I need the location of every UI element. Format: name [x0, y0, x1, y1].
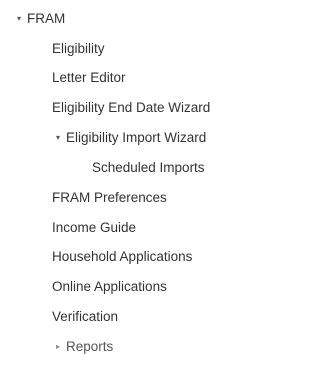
tree-item-eligibility-end-date-wizard[interactable]: Eligibility End Date Wizard: [52, 93, 210, 123]
tree-item-household-applications[interactable]: Household Applications: [52, 242, 192, 272]
tree-item-label: Reports: [66, 339, 114, 354]
tree-item-letter-editor[interactable]: Letter Editor: [52, 63, 126, 93]
tree-item-label: Household Applications: [52, 249, 193, 264]
tree-item-label: Letter Editor: [52, 70, 126, 85]
tree-item-eligibility[interactable]: Eligibility: [52, 34, 105, 64]
tree-item-income-guide[interactable]: Income Guide: [52, 213, 136, 243]
tree-item-fram-preferences[interactable]: FRAM Preferences: [52, 183, 167, 213]
tree-item-label: FRAM Preferences: [52, 190, 167, 205]
tree-item-verification[interactable]: Verification: [52, 302, 118, 332]
tree-item-label: Eligibility End Date Wizard: [52, 100, 211, 115]
expanded-arrow-icon[interactable]: ▾: [56, 123, 66, 153]
collapsed-arrow-icon[interactable]: ▸: [56, 332, 66, 362]
tree-node-label: FRAM: [27, 11, 66, 26]
tree-node-fram[interactable]: ▾ FRAM: [17, 4, 65, 34]
tree-item-online-applications[interactable]: Online Applications: [52, 272, 167, 302]
tree-item-label: Online Applications: [52, 279, 167, 294]
tree-item-reports[interactable]: ▸ Reports: [56, 332, 113, 362]
tree-item-label: Verification: [52, 309, 119, 324]
tree-item-scheduled-imports[interactable]: Scheduled Imports: [92, 153, 205, 183]
tree-item-eligibility-import-wizard[interactable]: ▾ Eligibility Import Wizard: [56, 123, 206, 153]
tree-item-label: Scheduled Imports: [92, 160, 205, 175]
tree-item-label: Eligibility Import Wizard: [66, 130, 207, 145]
expanded-arrow-icon[interactable]: ▾: [17, 4, 27, 34]
nav-tree: ▾ FRAM Eligibility Letter Editor Eligibil…: [0, 0, 244, 369]
tree-item-label: Income Guide: [52, 220, 137, 235]
tree-item-label: Eligibility: [52, 41, 105, 56]
